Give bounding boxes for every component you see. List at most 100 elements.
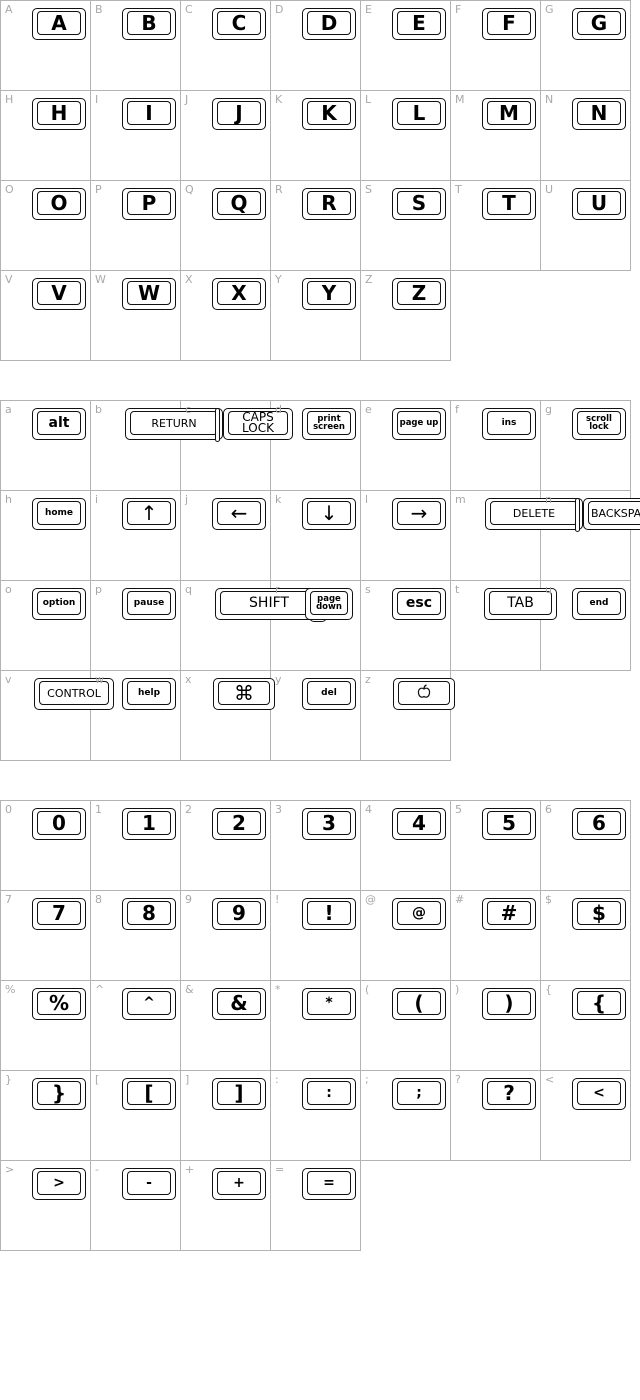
key-char[interactable]: ? — [482, 1078, 536, 1110]
key-special[interactable]: page up — [392, 408, 446, 440]
key-char[interactable]: 3 — [302, 808, 356, 840]
key-char[interactable]: ; — [392, 1078, 446, 1110]
key-char[interactable]: 1 — [122, 808, 176, 840]
key-char[interactable]: & — [212, 988, 266, 1020]
glyph-label: * — [275, 983, 281, 996]
key-special[interactable]: ins — [482, 408, 536, 440]
key-special[interactable]: help — [122, 678, 176, 710]
key-special[interactable]: pause — [122, 588, 176, 620]
key-char[interactable]: [ — [122, 1078, 176, 1110]
glyph-label: + — [185, 1163, 195, 1176]
key-char[interactable]: B — [122, 8, 176, 40]
key-char[interactable]: D — [302, 8, 356, 40]
key-char[interactable]: W — [122, 278, 176, 310]
key-char[interactable]: 6 — [572, 808, 626, 840]
key-char[interactable]: A — [32, 8, 86, 40]
key-char[interactable]: = — [302, 1168, 356, 1200]
key-char[interactable]: Z — [392, 278, 446, 310]
key-special[interactable]: ⌘ — [213, 678, 275, 710]
key-char[interactable]: * — [302, 988, 356, 1020]
key-special[interactable]: CAPS LOCK — [223, 408, 293, 440]
grid-line — [540, 90, 541, 181]
key-special[interactable]: BACKSPACE — [583, 498, 640, 530]
key-special[interactable]: alt — [32, 408, 86, 440]
key-char[interactable]: : — [302, 1078, 356, 1110]
key-char[interactable]: @ — [392, 898, 446, 930]
key-face — [398, 681, 450, 705]
key-char[interactable]: ( — [392, 988, 446, 1020]
key-char[interactable]: 7 — [32, 898, 86, 930]
key-face: I — [127, 101, 171, 125]
key-special[interactable] — [393, 678, 455, 710]
key-special[interactable]: scroll lock — [572, 408, 626, 440]
key-char[interactable]: H — [32, 98, 86, 130]
key-special[interactable]: RETURN — [125, 408, 223, 440]
key-char[interactable]: < — [572, 1078, 626, 1110]
key-char[interactable]: J — [212, 98, 266, 130]
key-special[interactable]: option — [32, 588, 86, 620]
glyph-label: G — [545, 3, 554, 16]
key-face: 8 — [127, 901, 171, 925]
key-char[interactable]: S — [392, 188, 446, 220]
key-char[interactable]: ] — [212, 1078, 266, 1110]
key-char[interactable]: C — [212, 8, 266, 40]
key-char[interactable]: 5 — [482, 808, 536, 840]
grid-line — [0, 360, 451, 361]
key-char[interactable]: U — [572, 188, 626, 220]
key-char[interactable]: 2 — [212, 808, 266, 840]
key-special[interactable]: DELETE — [485, 498, 583, 530]
key-special[interactable]: ↑ — [122, 498, 176, 530]
grid-line — [360, 0, 361, 91]
key-char[interactable]: { — [572, 988, 626, 1020]
key-char[interactable]: ! — [302, 898, 356, 930]
glyph-label: M — [455, 93, 465, 106]
key-special[interactable]: ← — [212, 498, 266, 530]
key-char[interactable]: 8 — [122, 898, 176, 930]
key-char[interactable]: T — [482, 188, 536, 220]
key-char[interactable]: 9 — [212, 898, 266, 930]
key-char[interactable]: # — [482, 898, 536, 930]
key-legend: alt — [48, 415, 70, 431]
key-char[interactable]: V — [32, 278, 86, 310]
key-face: % — [37, 991, 81, 1015]
key-char[interactable]: G — [572, 8, 626, 40]
key-char[interactable]: R — [302, 188, 356, 220]
key-char[interactable]: O — [32, 188, 86, 220]
key-char[interactable]: Y — [302, 278, 356, 310]
key-char[interactable]: P — [122, 188, 176, 220]
key-char[interactable]: I — [122, 98, 176, 130]
key-char[interactable]: ) — [482, 988, 536, 1020]
key-special[interactable]: esc — [392, 588, 446, 620]
key-char[interactable]: X — [212, 278, 266, 310]
key-char[interactable]: - — [122, 1168, 176, 1200]
key-special[interactable]: del — [302, 678, 356, 710]
key-special[interactable]: → — [392, 498, 446, 530]
key-char[interactable]: Q — [212, 188, 266, 220]
key-face: page up — [397, 411, 441, 435]
key-face: Y — [307, 281, 351, 305]
key-special[interactable]: home — [32, 498, 86, 530]
key-char[interactable]: F — [482, 8, 536, 40]
key-char[interactable]: } — [32, 1078, 86, 1110]
key-char[interactable]: M — [482, 98, 536, 130]
key-char[interactable]: $ — [572, 898, 626, 930]
key-char[interactable]: 0 — [32, 808, 86, 840]
key-char[interactable]: + — [212, 1168, 266, 1200]
key-char[interactable]: % — [32, 988, 86, 1020]
key-legend: option — [42, 597, 76, 608]
key-char[interactable]: 4 — [392, 808, 446, 840]
key-char[interactable]: > — [32, 1168, 86, 1200]
key-char[interactable]: N — [572, 98, 626, 130]
key-special[interactable]: ↓ — [302, 498, 356, 530]
key-special[interactable]: print screen — [302, 408, 356, 440]
key-char[interactable]: L — [392, 98, 446, 130]
grid-line — [0, 0, 1, 91]
key-char[interactable]: K — [302, 98, 356, 130]
key-char[interactable]: E — [392, 8, 446, 40]
key-char[interactable]: ^ — [122, 988, 176, 1020]
key-special[interactable]: end — [572, 588, 626, 620]
glyph-label: & — [185, 983, 194, 996]
key-special[interactable]: page down — [305, 588, 353, 620]
glyph-label: R — [275, 183, 283, 196]
key-face: ) — [487, 991, 531, 1015]
